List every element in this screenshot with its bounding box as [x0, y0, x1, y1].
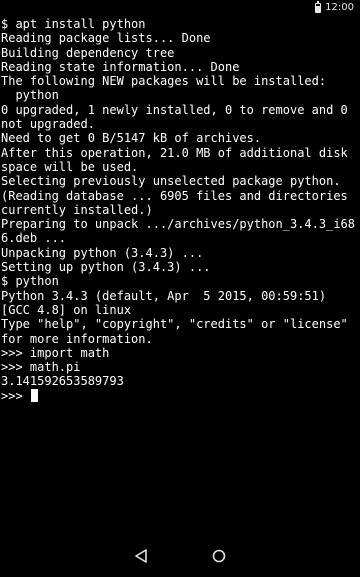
terminal-line: The following NEW packages will be insta… — [1, 74, 327, 89]
back-button[interactable] — [131, 546, 151, 566]
terminal-output[interactable]: $ apt install python Reading package lis… — [0, 17, 360, 535]
terminal-prompt-line[interactable]: >>> — [0, 389, 360, 403]
battery-icon — [315, 1, 322, 13]
terminal-line: Preparing to unpack .../archives/python_… — [1, 217, 356, 246]
back-triangle-icon — [135, 549, 147, 563]
terminal-line: 0 upgraded, 1 newly installed, 0 to remo… — [1, 102, 356, 132]
terminal-line: Python 3.4.3 (default, Apr 5 2015, 00:59… — [1, 288, 327, 303]
terminal-line: Unpacking python (3.4.3) ... — [1, 245, 204, 260]
terminal-line: python — [1, 88, 59, 103]
terminal-line: Need to get 0 B/5147 kB of archives. — [1, 131, 262, 146]
status-icons: 12:00 — [315, 1, 354, 14]
terminal-line: >>> import math — [1, 345, 110, 360]
terminal-line: After this operation, 21.0 MB of additio… — [1, 145, 356, 174]
terminal-line: Selecting previously unselected package … — [1, 174, 341, 189]
terminal-line: [GCC 4.8] on linux — [1, 302, 132, 317]
text-cursor — [30, 389, 38, 403]
terminal-line: Building dependency tree — [1, 45, 175, 60]
terminal-line: Reading package lists... Done — [1, 31, 211, 46]
clock: 12:00 — [325, 2, 354, 13]
home-button[interactable] — [209, 546, 229, 566]
terminal-line: $ python — [1, 274, 59, 289]
terminal-line: >>> math.pi — [1, 360, 81, 375]
python-prompt: >>> — [1, 388, 30, 403]
navigation-bar — [0, 535, 360, 577]
terminal-line: Reading state information... Done — [1, 59, 240, 74]
terminal-line: Setting up python (3.4.3) ... — [1, 260, 211, 275]
terminal-line: Type "help", "copyright", "credits" or "… — [1, 317, 356, 346]
terminal-line: (Reading database ... 6905 files and dir… — [1, 188, 356, 217]
home-circle-icon — [212, 549, 226, 563]
terminal-line: 3.141592653589793 — [1, 374, 124, 389]
status-bar: 12:00 — [0, 0, 360, 17]
battery-level — [316, 6, 321, 12]
terminal-line: $ apt install python — [1, 17, 146, 31]
